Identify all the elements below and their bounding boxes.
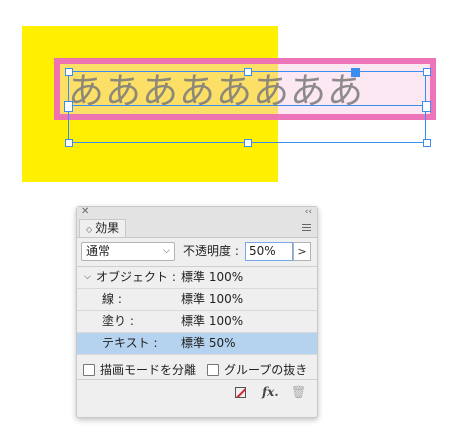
fx-icon[interactable]: fx.	[262, 385, 279, 399]
trash-icon[interactable]: 🗑	[291, 385, 306, 399]
tab-bar: ◇ 効果	[77, 219, 317, 238]
handle-top-right[interactable]	[423, 68, 431, 76]
opacity-label: 不透明度 :	[183, 244, 239, 258]
options-row: 描画モードを分離 グループの抜き	[77, 355, 317, 380]
handle-bottom-right[interactable]	[423, 139, 431, 147]
in-port[interactable]	[64, 101, 73, 112]
checkbox-label: 描画モードを分離	[100, 363, 197, 377]
panel-footer: fx. 🗑	[77, 380, 317, 406]
row-label: 塗り :	[102, 314, 134, 328]
checkbox-label: グループの抜き	[224, 363, 308, 377]
collapse-icon[interactable]: ‹‹	[305, 206, 312, 218]
blend-controls: 通常 ⌵ 不透明度 : 50% >	[77, 238, 317, 267]
effects-target-list: ⌵ オブジェクト : 標準 100% 線 : 標準 100% 塗り : 標準 1…	[77, 267, 317, 355]
row-label: テキスト :	[102, 336, 158, 350]
row-stroke[interactable]: 線 : 標準 100%	[77, 289, 317, 311]
knockout-checkbox[interactable]: 描画モードを分離	[83, 361, 196, 378]
chevron-down-icon: ⌵	[163, 246, 170, 256]
close-icon[interactable]: ✕	[81, 206, 89, 218]
row-label: 線 :	[102, 292, 122, 306]
handle-top-center[interactable]	[351, 68, 360, 77]
opacity-slider-button[interactable]: >	[293, 242, 311, 261]
group-knockout-checkbox[interactable]: グループの抜き	[207, 361, 307, 378]
effects-panel: ✕ ‹‹ ◇ 効果 通常 ⌵ 不透明度 : 50% > ⌵ オブジェクト : 標準…	[76, 206, 318, 418]
clear-effects-icon[interactable]	[235, 387, 246, 398]
checkbox-box[interactable]	[83, 363, 95, 376]
handle-top-middle[interactable]	[244, 68, 252, 76]
selection-frame[interactable]	[68, 71, 426, 143]
blend-mode-value: 通常	[86, 244, 111, 258]
tab-effects-label: 効果	[95, 221, 120, 235]
tab-effects[interactable]: ◇ 効果	[79, 219, 127, 237]
tab-arrows-icon: ◇	[86, 225, 93, 234]
panel-menu-icon[interactable]	[302, 224, 311, 233]
row-value: 標準 50%	[181, 336, 236, 350]
handle-bottom-left[interactable]	[65, 139, 73, 147]
out-port[interactable]	[422, 101, 431, 112]
opacity-input[interactable]: 50%	[245, 242, 293, 261]
handle-bottom-middle[interactable]	[244, 139, 252, 147]
blend-mode-select[interactable]: 通常 ⌵	[81, 242, 175, 261]
chevron-down-icon[interactable]: ⌵	[84, 267, 91, 288]
row-text[interactable]: テキスト : 標準 50%	[77, 333, 317, 355]
checkbox-box[interactable]	[207, 363, 219, 376]
handle-top-left[interactable]	[65, 68, 73, 76]
row-fill[interactable]: 塗り : 標準 100%	[77, 311, 317, 333]
panel-titlebar[interactable]: ✕ ‹‹	[77, 206, 317, 219]
row-label: オブジェクト :	[96, 270, 176, 284]
row-object[interactable]: ⌵ オブジェクト : 標準 100%	[77, 267, 317, 289]
row-value: 標準 100%	[181, 270, 244, 284]
row-value: 標準 100%	[181, 292, 244, 306]
row-value: 標準 100%	[181, 314, 244, 328]
